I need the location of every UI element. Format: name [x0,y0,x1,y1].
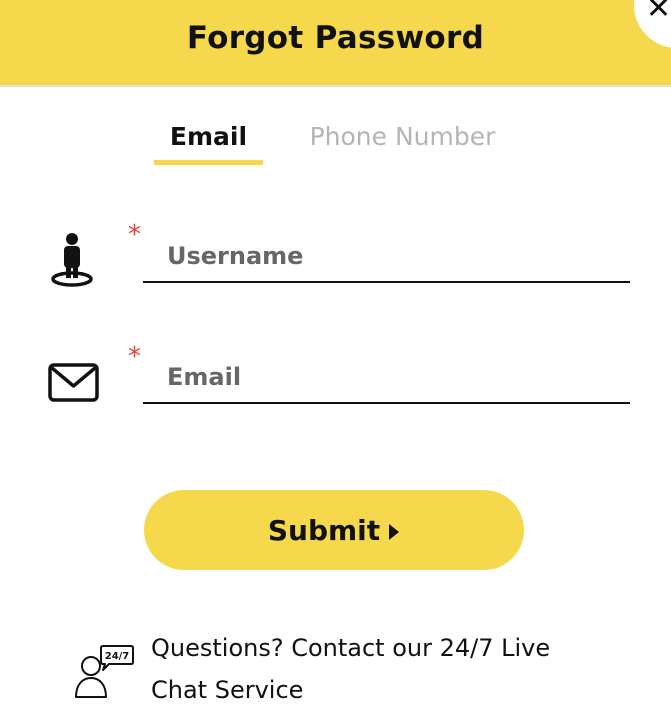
caret-right-icon [389,523,400,540]
email-input[interactable] [143,352,630,404]
tab-phone-number[interactable]: Phone Number [300,120,505,154]
submit-label: Submit [267,513,381,547]
live-chat-link[interactable]: Questions? Contact our 24/7 Live Chat Se… [151,627,611,711]
forgot-password-modal: Forgot Password ✕ Email Phone Number * *… [0,0,671,715]
modal-header: Forgot Password [0,0,671,87]
chat-icon-badge: 24/7 [105,651,130,662]
username-input[interactable] [143,231,630,283]
modal-title: Forgot Password [186,20,485,56]
close-icon[interactable]: ✕ [646,0,671,24]
active-tab-indicator [154,160,263,165]
submit-button[interactable]: Submit [144,490,524,570]
envelope-icon [48,363,99,402]
tab-email[interactable]: Email [154,120,263,154]
user-pin-icon [51,233,93,287]
email-required-marker: * [128,342,141,372]
username-required-marker: * [128,220,141,250]
live-chat-agent-icon[interactable]: 24/7 [73,640,135,700]
